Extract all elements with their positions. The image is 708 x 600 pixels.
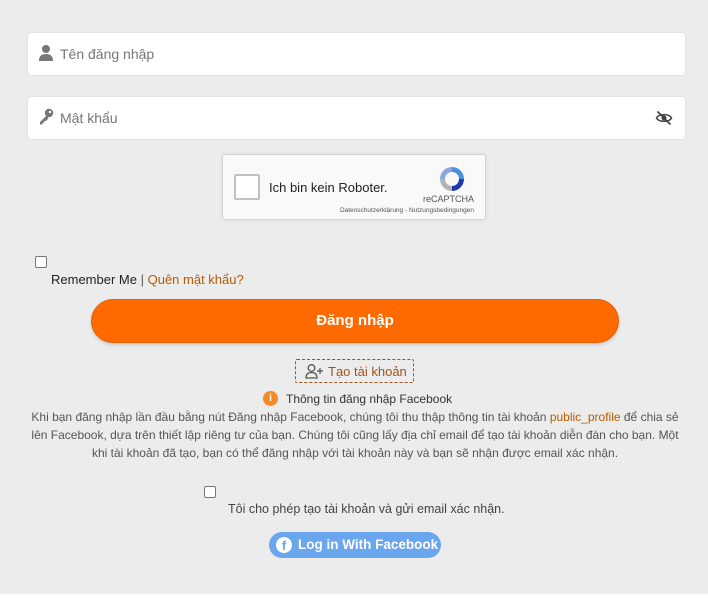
facebook-icon: f [276, 537, 292, 553]
consent-checkbox[interactable] [204, 486, 216, 498]
username-input[interactable] [60, 33, 650, 75]
facebook-info-text: Khi bạn đăng nhập lần đầu bằng nút Đăng … [30, 408, 680, 462]
public-profile-highlight: public_profile [549, 410, 621, 424]
info-icon: i [263, 391, 278, 406]
facebook-login-label: Log in With Facebook [298, 537, 439, 552]
footer-strip [0, 594, 708, 600]
forgot-password-link[interactable]: Quên mật khẩu? [148, 272, 244, 287]
password-input[interactable] [60, 97, 650, 139]
facebook-info-title: Thông tin đăng nhập Facebook [286, 392, 453, 406]
eye-slash-icon[interactable] [655, 109, 673, 127]
recaptcha-brand: reCAPTCHA [422, 194, 474, 204]
recaptcha-legal-links[interactable]: Datenschutzerklärung - Nutzungsbedingung… [340, 207, 474, 214]
remember-me-label: Remember Me [51, 272, 137, 287]
remember-separator: | [140, 272, 144, 287]
user-icon [39, 45, 53, 61]
user-plus-icon [305, 364, 323, 379]
recaptcha-checkbox[interactable] [234, 174, 260, 200]
login-button[interactable]: Đăng nhập [91, 299, 619, 343]
create-account-label: Tạo tài khoản [328, 364, 407, 379]
remember-me-checkbox[interactable] [35, 256, 47, 268]
remember-row: Remember Me | Quên mật khẩu? [51, 272, 244, 287]
recaptcha-widget: Ich bin kein Roboter. reCAPTCHA Datensch… [222, 154, 486, 220]
username-field-container [27, 32, 686, 76]
key-icon [40, 108, 54, 125]
facebook-info-text-before: Khi bạn đăng nhập lần đầu bằng nút Đăng … [31, 410, 550, 424]
recaptcha-label: Ich bin kein Roboter. [269, 180, 388, 195]
consent-label: Tôi cho phép tạo tài khoản và gửi email … [228, 502, 505, 516]
create-account-button[interactable]: Tạo tài khoản [295, 359, 414, 383]
facebook-login-button[interactable]: f Log in With Facebook [269, 532, 441, 558]
password-field-container [27, 96, 686, 140]
recaptcha-logo-icon [440, 167, 464, 191]
